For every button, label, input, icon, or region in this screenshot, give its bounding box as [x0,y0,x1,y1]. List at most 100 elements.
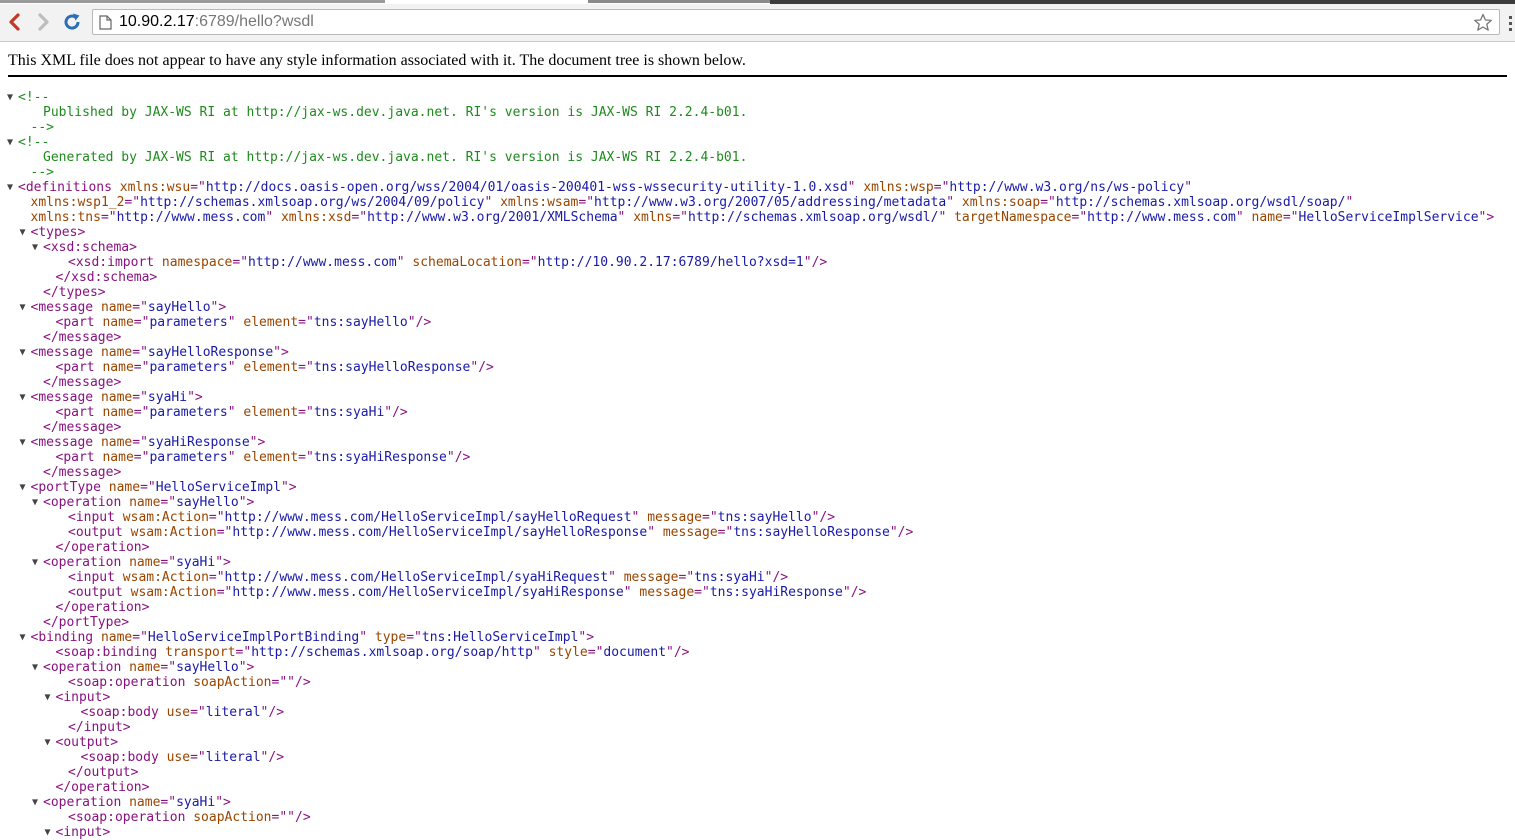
xml-token: =" [406,630,422,645]
xml-token: document [603,645,667,660]
xml-line: </input> [0,720,1515,735]
xml-token: message [647,510,702,525]
xml-line: </types> [0,285,1515,300]
xml-token: "> [273,345,289,360]
xml-token: element [243,315,299,330]
xml-token: <input> [55,690,111,705]
xml-line-content: <binding name="HelloServiceImplPortBindi… [31,630,595,645]
xml-token: name [129,555,161,570]
xml-line: <xsd:import namespace="http://www.mess.c… [0,255,1515,270]
xml-token: "/> [811,510,836,525]
collapse-toggle-icon[interactable]: ▼ [20,630,26,645]
xml-token: tns:sayHelloResponse [733,525,890,540]
xml-token: =" [1282,210,1299,225]
forward-button[interactable] [31,9,55,35]
xml-line-content: <operation name="syaHi"> [43,795,231,810]
collapse-toggle-icon[interactable]: ▼ [20,435,26,450]
xml-token: http://www.mess.com [1087,210,1236,225]
xml-line: ▼ <operation name="syaHi"> [0,555,1515,570]
xml-token: =" [298,360,314,375]
xml-line: ▼ <message name="sayHello"> [0,300,1515,315]
xml-token: "> [187,390,203,405]
xml-token: name [100,345,133,360]
xml-token [154,255,162,270]
xml-token: syaHi [176,555,216,570]
xml-token: name [100,390,133,405]
xml-line-content: <definitions xmlns:wsu="http://docs.oasi… [18,180,1192,195]
collapse-toggle-icon[interactable]: ▼ [7,180,13,195]
address-bar[interactable]: 10.90.2.17:6789/hello?wsdl [92,9,1500,35]
xml-token: "> [210,300,227,315]
xml-token: targetNamespace [954,210,1072,225]
xml-token: sayHello [147,300,211,315]
xml-token: <!-- [18,135,50,150]
xml-line: ▼ <message name="syaHiResponse"> [0,435,1515,450]
xml-token: <input> [55,825,111,840]
xml-token: <part [55,360,95,375]
collapse-toggle-icon[interactable]: ▼ [20,300,26,315]
xml-token: <part [55,450,95,465]
xml-token: <output [68,525,123,540]
xml-token: </operation> [55,540,150,555]
xml-token: =" [190,750,206,765]
bookmark-star-icon[interactable] [1473,13,1493,32]
xml-token: =" [140,480,156,495]
xml-line-content: <output wsam:Action="http://www.mess.com… [68,525,913,540]
xml-line-content: <message name="syaHi"> [31,390,203,405]
xml-token: =" [190,180,206,195]
collapse-toggle-icon[interactable]: ▼ [32,660,38,675]
xml-token: " [623,585,640,600]
xml-token: xmlns:tns [30,210,101,225]
xml-token: =" [1071,210,1088,225]
xml-line: <soap:binding transport="http://schemas.… [0,645,1515,660]
xml-line: xmlns:tns="http://www.mess.com" xmlns:xs… [0,210,1515,225]
xml-line-content: <input> [56,690,111,705]
xml-line: ▼ <operation name="sayHello"> [0,495,1515,510]
collapse-toggle-icon[interactable]: ▼ [32,495,38,510]
xml-token: <portType [30,480,101,495]
xml-token: "/> [260,705,285,720]
xml-token [93,390,101,405]
xml-token [93,300,101,315]
xml-line: ▼ <operation name="sayHello"> [0,660,1515,675]
collapse-toggle-icon[interactable]: ▼ [45,735,51,750]
xml-token: "> [578,630,595,645]
xml-token: =" [133,315,150,330]
collapse-toggle-icon[interactable]: ▼ [45,690,51,705]
collapse-toggle-icon[interactable]: ▼ [45,825,51,840]
xml-token: " [484,195,501,210]
xml-line: </message> [0,420,1515,435]
xml-token: =" [160,495,177,510]
collapse-toggle-icon[interactable]: ▼ [20,345,26,360]
collapse-toggle-icon[interactable]: ▼ [20,390,26,405]
collapse-toggle-icon[interactable]: ▼ [32,795,38,810]
xml-token: name [129,660,161,675]
xml-token: </input> [68,720,131,735]
xml-line-content: <soap:body use="literal"/> [81,750,285,765]
browser-toolbar: 10.90.2.17:6789/hello?wsdl [0,4,1515,42]
collapse-toggle-icon[interactable]: ▼ [7,90,13,105]
collapse-toggle-icon[interactable]: ▼ [20,480,26,495]
reload-button[interactable] [60,9,84,35]
reload-icon [64,13,80,30]
xml-line: </portType> [0,615,1515,630]
xml-line-content: </message> [43,375,121,390]
collapse-toggle-icon[interactable]: ▼ [32,555,38,570]
xml-token: name [100,300,133,315]
collapse-toggle-icon[interactable]: ▼ [32,240,38,255]
xml-token: "/> [803,255,828,270]
menu-icon[interactable] [1509,16,1513,34]
xml-token: =" [672,210,688,225]
back-button[interactable] [3,9,27,35]
xml-line-content: <!-- [18,135,49,150]
xml-token [115,510,123,525]
xml-token: "/> [889,525,914,540]
xml-token: "/> [666,645,690,660]
xml-token: </message> [43,420,122,435]
collapse-toggle-icon[interactable]: ▼ [7,135,13,150]
xml-line: ▼ <definitions xmlns:wsu="http://docs.oas… [0,180,1515,195]
xml-line-content: <xsd:schema> [43,240,137,255]
xml-token: <input [68,510,115,525]
xml-token [121,555,129,570]
collapse-toggle-icon[interactable]: ▼ [20,225,26,240]
